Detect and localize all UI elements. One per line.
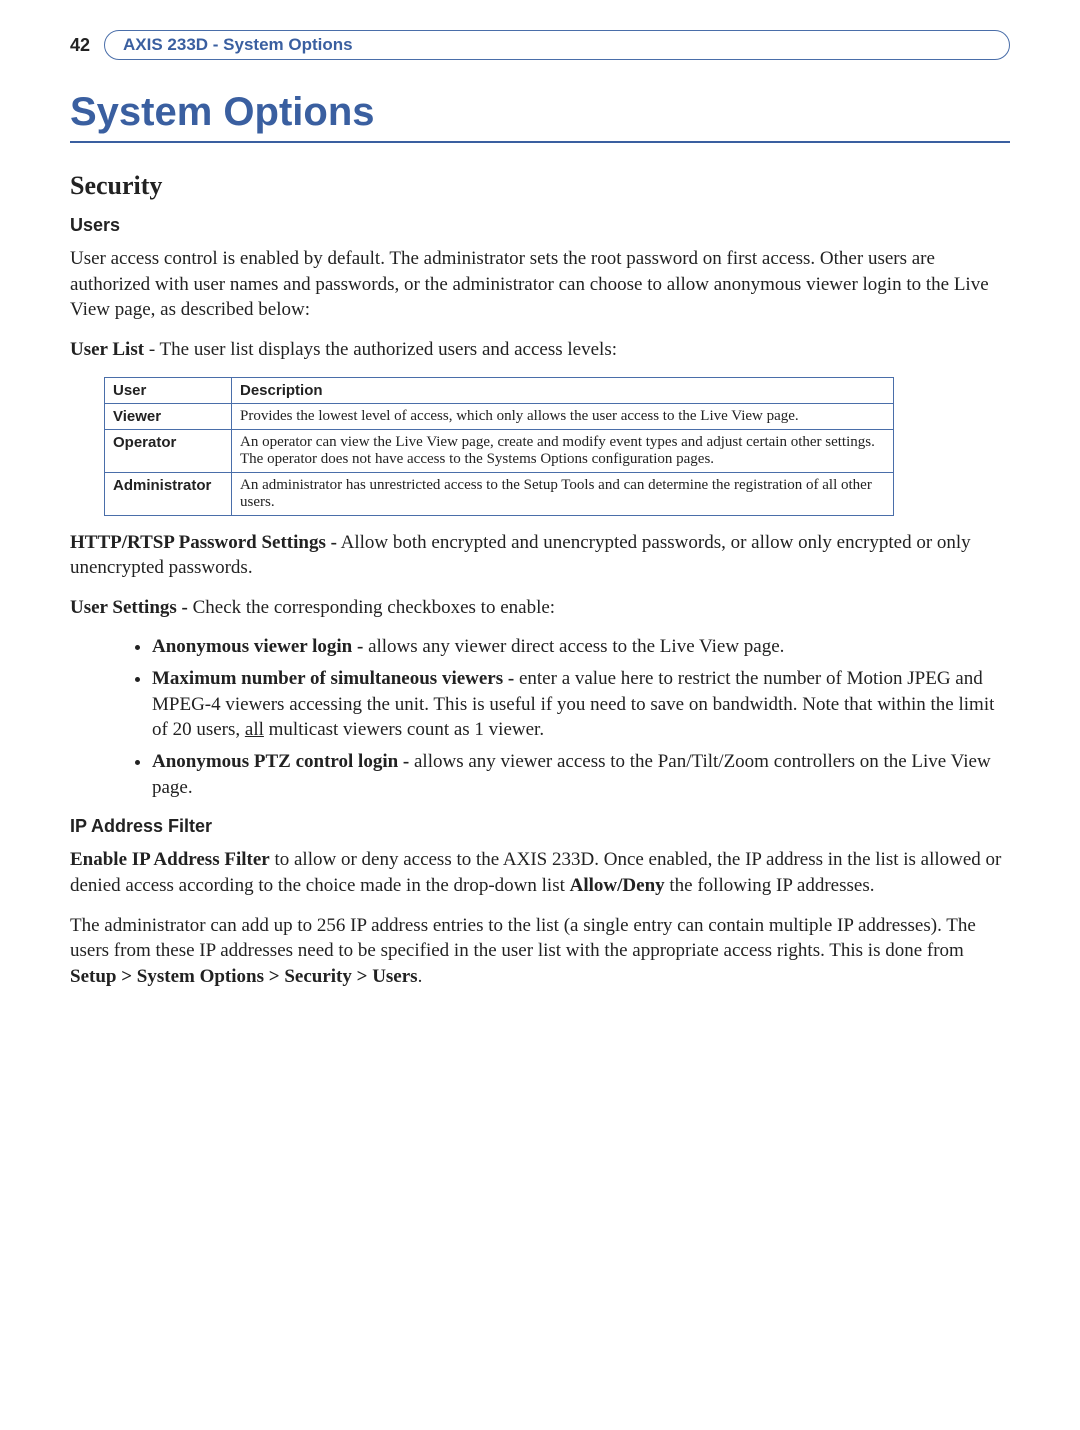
paragraph-user-settings: User Settings - Check the corresponding … (70, 595, 1010, 621)
section-security: Security (70, 171, 1010, 201)
table-row: Administrator An administrator has unres… (105, 472, 894, 515)
cell-desc: An operator can view the Live View page,… (232, 429, 894, 472)
paragraph-ip-filter-2: The administrator can add up to 256 IP a… (70, 913, 1010, 990)
ip-filter-allow-deny: Allow/Deny (570, 875, 665, 896)
ip-filter-prefix: Enable IP Address Filter (70, 849, 270, 870)
http-rtsp-prefix: HTTP/RTSP Password Settings - (70, 532, 337, 553)
subheading-ip-filter: IP Address Filter (70, 816, 1010, 837)
cell-role: Viewer (105, 403, 232, 429)
paragraph-users-intro: User access control is enabled by defaul… (70, 246, 1010, 323)
table-row: Viewer Provides the lowest level of acce… (105, 403, 894, 429)
paragraph-user-list: User List - The user list displays the a… (70, 337, 1010, 363)
ip-filter2-path: Setup > System Options > Security > User… (70, 966, 418, 987)
ip-filter2-end: . (418, 966, 423, 987)
bullet-rest: allows any viewer direct access to the L… (368, 636, 784, 657)
th-user: User (105, 377, 232, 403)
list-item: Anonymous viewer login - allows any view… (152, 634, 1010, 660)
subheading-users: Users (70, 215, 1010, 236)
bullet-lead: Maximum number of simultaneous viewers - (152, 668, 519, 689)
user-settings-rest: Check the corresponding checkboxes to en… (188, 597, 555, 618)
table-header-row: User Description (105, 377, 894, 403)
paragraph-ip-filter-1: Enable IP Address Filter to allow or den… (70, 847, 1010, 898)
list-item: Maximum number of simultaneous viewers -… (152, 666, 1010, 743)
user-list-prefix: User List (70, 339, 144, 360)
cell-desc: Provides the lowest level of access, whi… (232, 403, 894, 429)
page-number: 42 (70, 35, 90, 56)
ip-filter2-a: The administrator can add up to 256 IP a… (70, 915, 976, 962)
bullet-lead: Anonymous PTZ control login - (152, 751, 414, 772)
running-head-text: AXIS 233D - System Options (123, 35, 353, 54)
ip-filter-end: the following IP addresses. (665, 875, 875, 896)
user-settings-prefix: User Settings - (70, 597, 188, 618)
running-head-capsule: AXIS 233D - System Options (104, 30, 1010, 60)
th-description: Description (232, 377, 894, 403)
running-header: 42 AXIS 233D - System Options (70, 30, 1010, 60)
cell-role: Administrator (105, 472, 232, 515)
bullet-underlined: all (245, 719, 264, 740)
user-list-rest: - The user list displays the authorized … (144, 339, 617, 360)
paragraph-http-rtsp: HTTP/RTSP Password Settings - Allow both… (70, 530, 1010, 581)
cell-desc: An administrator has unrestricted access… (232, 472, 894, 515)
user-access-table: User Description Viewer Provides the low… (104, 377, 894, 516)
list-item: Anonymous PTZ control login - allows any… (152, 749, 1010, 800)
page-title: System Options (70, 90, 1010, 143)
table-row: Operator An operator can view the Live V… (105, 429, 894, 472)
bullet-lead: Anonymous viewer login - (152, 636, 368, 657)
cell-role: Operator (105, 429, 232, 472)
bullet-rest-b: multicast viewers count as 1 viewer. (264, 719, 544, 740)
user-settings-list: Anonymous viewer login - allows any view… (126, 634, 1010, 800)
